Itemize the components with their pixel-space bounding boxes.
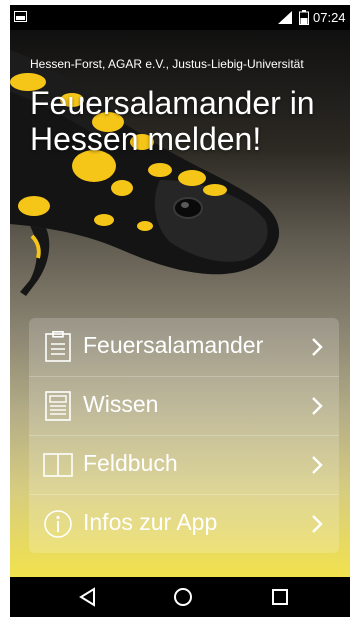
navigation-bar bbox=[10, 577, 350, 617]
page-title: Feuersalamander in Hessen melden! bbox=[30, 85, 315, 157]
credit-text: Hessen-Forst, AGAR e.V., Justus-Liebig-U… bbox=[30, 57, 304, 71]
menu-item-infos[interactable]: Infos zur App bbox=[29, 495, 339, 553]
status-time: 07:24 bbox=[313, 10, 346, 25]
phone-screen: 07:24 Hessen-Forst, AGAR e.V., Justus-Li… bbox=[10, 5, 350, 617]
menu-item-label: Feuersalamander bbox=[83, 332, 264, 358]
chevron-right-icon bbox=[312, 456, 323, 474]
menu-item-label: Feldbuch bbox=[83, 450, 178, 476]
book-icon bbox=[43, 453, 73, 477]
menu-item-label: Wissen bbox=[83, 391, 159, 417]
home-icon[interactable] bbox=[173, 587, 193, 607]
image-notification-icon bbox=[14, 11, 27, 22]
signal-icon bbox=[278, 11, 292, 24]
main-menu: Feuersalamander Wissen Feldbuch Infos zu… bbox=[29, 318, 339, 553]
menu-item-feuersalamander[interactable]: Feuersalamander bbox=[29, 318, 339, 377]
app-main: Hessen-Forst, AGAR e.V., Justus-Liebig-U… bbox=[10, 30, 350, 577]
menu-item-feldbuch[interactable]: Feldbuch bbox=[29, 436, 339, 495]
info-icon bbox=[44, 510, 72, 538]
chevron-right-icon bbox=[312, 397, 323, 415]
battery-icon bbox=[299, 10, 309, 25]
menu-item-label: Infos zur App bbox=[83, 509, 218, 535]
recents-icon[interactable] bbox=[271, 587, 289, 607]
chevron-right-icon bbox=[312, 338, 323, 356]
menu-item-wissen[interactable]: Wissen bbox=[29, 377, 339, 436]
document-icon bbox=[45, 391, 71, 421]
status-bar: 07:24 bbox=[10, 5, 350, 30]
clipboard-icon bbox=[45, 331, 71, 362]
chevron-right-icon bbox=[312, 515, 323, 533]
back-icon[interactable] bbox=[79, 587, 97, 607]
